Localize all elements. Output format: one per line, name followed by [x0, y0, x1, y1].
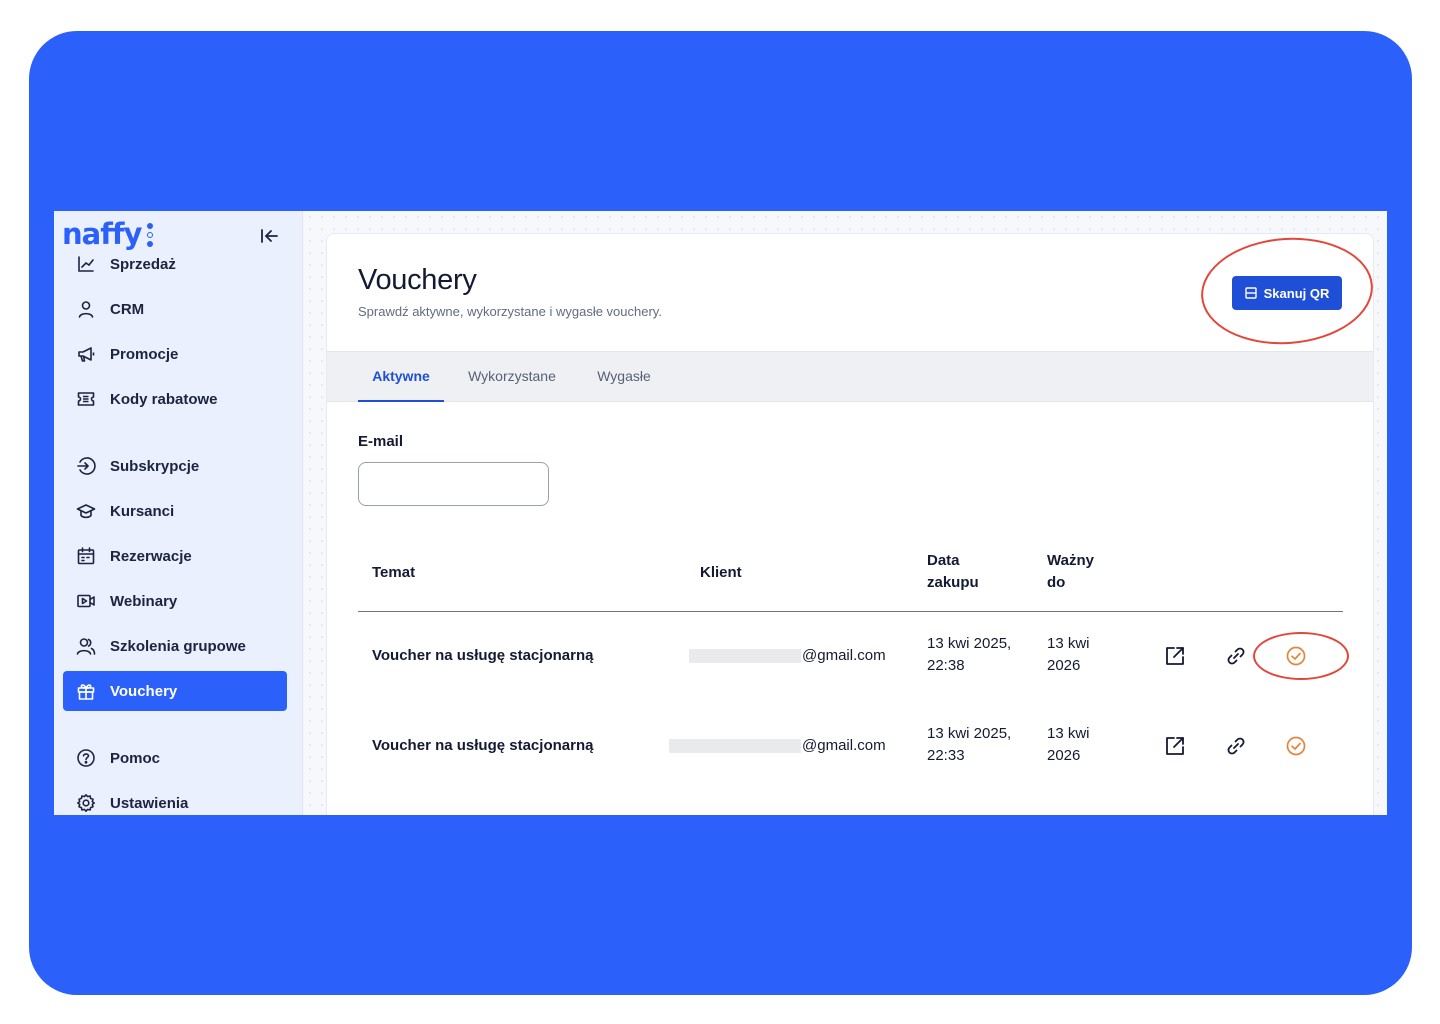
- page-title: Vouchery: [358, 264, 477, 296]
- gear-icon: [77, 794, 95, 812]
- sidebar-item-label: Rezerwacje: [110, 547, 192, 565]
- column-header-wazny-do: Ważny do: [1047, 550, 1094, 594]
- valid-until: 13 kwi 2026: [1047, 723, 1090, 767]
- ticket-icon: [77, 392, 95, 406]
- purchase-time-line: 22:33: [927, 747, 965, 764]
- purchase-date: 13 kwi 2025, 22:33: [927, 723, 1011, 767]
- sidebar-item-label: Pomoc: [110, 749, 161, 767]
- valid-until-year: 2026: [1047, 657, 1081, 674]
- voucher-topic: Voucher na usługę stacjonarną: [372, 737, 594, 754]
- chart-icon: [78, 256, 94, 272]
- tab-wykorzystane[interactable]: Wykorzystane: [457, 352, 567, 402]
- sidebar-item-label: Ustawienia: [110, 794, 189, 812]
- column-header-data-zakupu: Data zakupu: [927, 550, 979, 594]
- sidebar-item-label: Vouchery: [110, 682, 178, 700]
- sidebar: naffy Sprzedaż CRM Promocje Kody rabatow…: [54, 211, 303, 815]
- sidebar-item-kursanci[interactable]: Kursanci: [63, 491, 287, 531]
- calendar-icon: [77, 547, 95, 565]
- check-circle-icon[interactable]: [1284, 734, 1308, 758]
- email-field[interactable]: [358, 462, 549, 506]
- tab-aktywne[interactable]: Aktywne: [358, 352, 444, 402]
- table-header-divider: [358, 611, 1343, 612]
- subscription-icon: [77, 457, 96, 475]
- client-email: @gmail.com: [802, 737, 886, 754]
- voucher-topic: Voucher na usługę stacjonarną: [372, 647, 594, 664]
- sidebar-item-label: Sprzedaż: [110, 255, 176, 273]
- graduation-cap-icon: [76, 504, 96, 519]
- valid-until-year: 2026: [1047, 747, 1081, 764]
- scan-qr-label: Skanuj QR: [1263, 285, 1330, 301]
- sidebar-item-label: Kody rabatowe: [110, 390, 218, 408]
- sidebar-item-ustawienia[interactable]: Ustawienia: [63, 783, 287, 815]
- link-icon[interactable]: [1224, 644, 1248, 668]
- client-email: @gmail.com: [802, 647, 886, 664]
- sidebar-item-label: Promocje: [110, 345, 179, 363]
- column-header-line: zakupu: [927, 574, 979, 591]
- users-icon: [76, 638, 96, 655]
- sidebar-item-crm[interactable]: CRM: [63, 289, 287, 329]
- app-window: naffy Sprzedaż CRM Promocje Kody rabatow…: [54, 211, 1387, 815]
- gift-icon: [77, 684, 95, 700]
- column-header-line: Ważny: [1047, 552, 1094, 569]
- sidebar-item-sprzedaz[interactable]: Sprzedaż: [63, 244, 287, 284]
- sidebar-item-rezerwacje[interactable]: Rezerwacje: [63, 536, 287, 576]
- sidebar-item-label: Subskrypcje: [110, 457, 200, 475]
- sidebar-item-vouchery[interactable]: Vouchery: [63, 671, 287, 711]
- redacted-email-prefix: [689, 649, 801, 663]
- tab-bar: Aktywne Wykorzystane Wygasłe: [327, 351, 1373, 402]
- page-subtitle: Sprawdź aktywne, wykorzystane i wygasłe …: [358, 304, 662, 319]
- purchase-date-line: 13 kwi 2025,: [927, 725, 1012, 742]
- external-link-icon[interactable]: [1163, 644, 1187, 668]
- megaphone-icon: [78, 347, 95, 362]
- sidebar-item-label: Szkolenia grupowe: [110, 637, 246, 655]
- vouchers-card: Vouchery Sprawdź aktywne, wykorzystane i…: [326, 233, 1374, 815]
- redacted-email-prefix: [669, 739, 801, 753]
- tab-wygasle[interactable]: Wygasłe: [583, 352, 665, 402]
- column-header-klient: Klient: [700, 564, 742, 581]
- sidebar-item-kody-rabatowe[interactable]: Kody rabatowe: [63, 379, 287, 419]
- external-link-icon[interactable]: [1163, 734, 1187, 758]
- sidebar-item-szkolenia-grupowe[interactable]: Szkolenia grupowe: [63, 626, 287, 666]
- video-icon: [77, 594, 95, 608]
- sidebar-item-label: Kursanci: [110, 502, 175, 520]
- sidebar-item-label: CRM: [110, 300, 145, 318]
- check-circle-icon[interactable]: [1284, 644, 1308, 668]
- purchase-date-line: 13 kwi 2025,: [927, 635, 1012, 652]
- purchase-time-line: 22:38: [927, 657, 965, 674]
- valid-until-line: 13 kwi: [1047, 725, 1090, 742]
- main-area: Vouchery Sprawdź aktywne, wykorzystane i…: [304, 211, 1387, 815]
- email-label: E-mail: [358, 433, 404, 450]
- valid-until: 13 kwi 2026: [1047, 633, 1090, 677]
- sidebar-item-label: Webinary: [110, 592, 178, 610]
- sidebar-item-webinary[interactable]: Webinary: [63, 581, 287, 621]
- valid-until-line: 13 kwi: [1047, 635, 1090, 652]
- purchase-date: 13 kwi 2025, 22:38: [927, 633, 1011, 677]
- help-icon: [77, 749, 95, 767]
- sidebar-item-subskrypcje[interactable]: Subskrypcje: [63, 446, 287, 486]
- link-icon[interactable]: [1224, 734, 1248, 758]
- scan-qr-button[interactable]: Skanuj QR: [1232, 276, 1342, 310]
- column-header-temat: Temat: [372, 564, 416, 581]
- scan-icon: [1244, 287, 1257, 299]
- sidebar-item-promocje[interactable]: Promocje: [63, 334, 287, 374]
- column-header-line: Data: [927, 552, 960, 569]
- user-icon: [78, 301, 94, 318]
- column-header-line: do: [1047, 574, 1066, 591]
- sidebar-item-pomoc[interactable]: Pomoc: [63, 738, 287, 778]
